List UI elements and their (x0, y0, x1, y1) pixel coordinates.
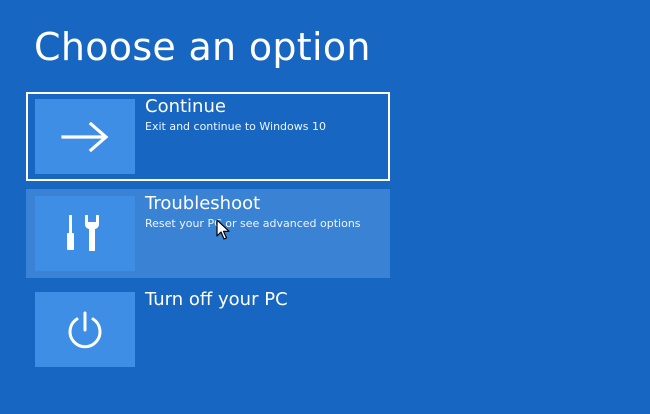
option-title: Continue (145, 96, 226, 117)
option-description: Reset your PC or see advanced options (145, 217, 361, 230)
page-title: Choose an option (34, 25, 371, 69)
power-icon (68, 311, 102, 348)
tools-icon (67, 214, 99, 251)
mouse-cursor-icon (216, 219, 230, 240)
continue-tile (35, 99, 135, 174)
recovery-screen: Choose an option Continue Exit and conti… (0, 0, 650, 414)
option-title: Turn off your PC (145, 289, 288, 310)
option-continue[interactable]: Continue Exit and continue to Windows 10 (26, 92, 390, 181)
option-description: Exit and continue to Windows 10 (145, 120, 326, 133)
turn-off-tile (35, 292, 135, 367)
option-troubleshoot[interactable]: Troubleshoot Reset your PC or see advanc… (26, 189, 390, 278)
troubleshoot-tile (35, 196, 135, 271)
option-turn-off[interactable]: Turn off your PC (26, 285, 390, 374)
option-title: Troubleshoot (145, 193, 261, 214)
arrow-right-icon (61, 121, 109, 152)
